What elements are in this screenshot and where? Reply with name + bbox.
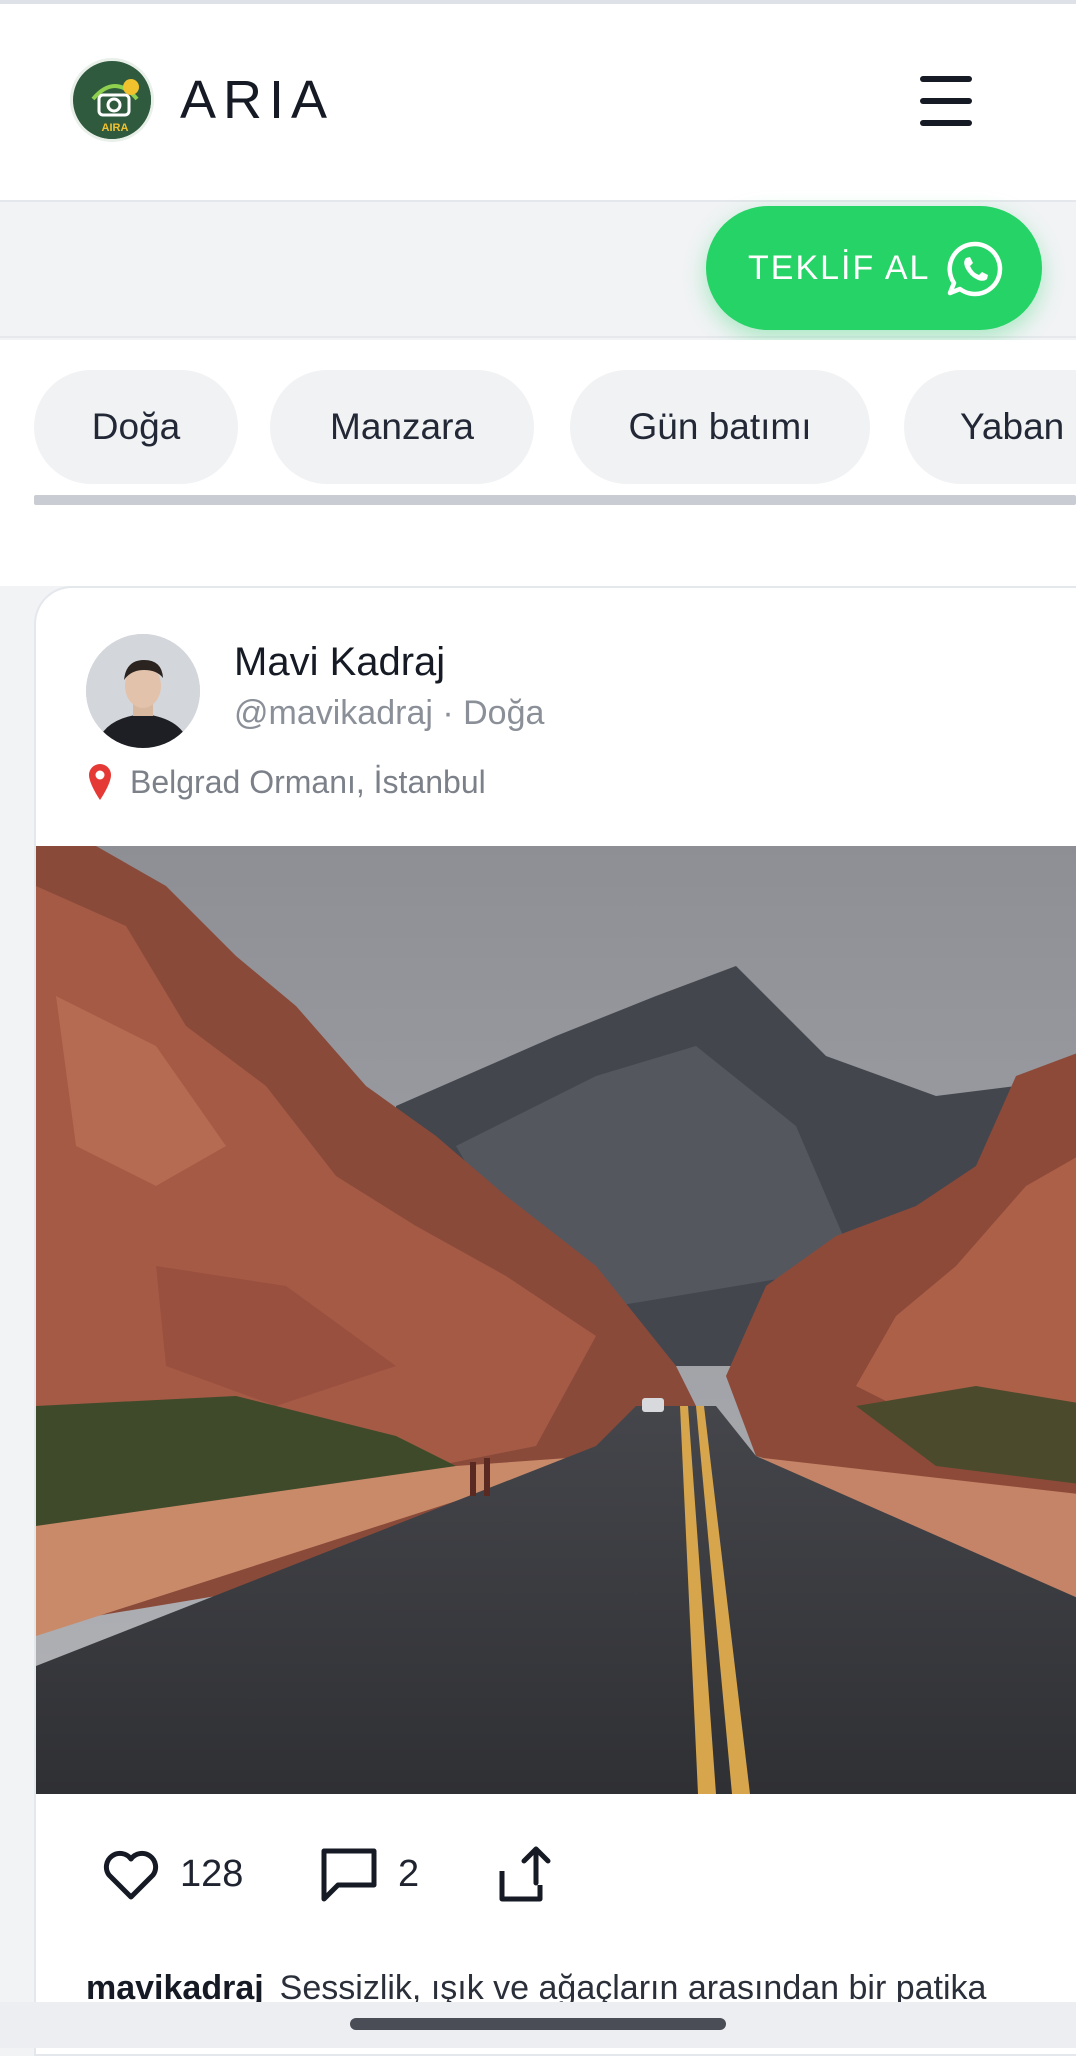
avatar[interactable] <box>86 634 200 748</box>
share-button[interactable] <box>494 1844 556 1904</box>
chip-manzara[interactable]: Manzara <box>270 370 534 484</box>
post-author[interactable]: Mavi Kadraj <box>234 640 445 685</box>
comment-count: 2 <box>398 1852 420 1895</box>
category-chips: Doğa Manzara Gün batımı Yaban <box>0 340 1076 510</box>
get-quote-button[interactable]: TEKLİF AL <box>706 206 1042 330</box>
whatsapp-icon <box>947 241 1003 297</box>
feed-spacer <box>0 510 1076 586</box>
post-card: Mavi Kadraj @mavikadraj · Doğa Belgrad O… <box>34 586 1076 2056</box>
cta-bar: TEKLİF AL <box>0 204 1076 338</box>
post-photo[interactable] <box>36 846 1076 1794</box>
comment-button[interactable]: 2 <box>318 1844 419 1904</box>
get-quote-label: TEKLİF AL <box>748 248 931 287</box>
post-actions: 128 2 <box>36 1794 1076 1964</box>
chip-doga[interactable]: Doğa <box>34 370 238 484</box>
share-icon <box>499 1846 551 1902</box>
location-pin-icon <box>89 764 111 800</box>
post-location: Belgrad Ormanı, İstanbul <box>86 760 486 804</box>
home-indicator[interactable] <box>350 2018 726 2030</box>
svg-text:AIRA: AIRA <box>102 122 129 134</box>
like-count: 128 <box>180 1852 244 1895</box>
brand-logo[interactable]: AIRA <box>70 58 154 142</box>
brand-name: ARIA <box>180 70 335 130</box>
location-label: Belgrad Ormanı, İstanbul <box>130 763 486 800</box>
chip-gun-batimi[interactable]: Gün batımı <box>570 370 870 484</box>
hamburger-menu-icon[interactable] <box>920 76 986 126</box>
app-header: AIRA ARIA <box>0 4 1076 202</box>
comment-icon <box>321 1848 377 1902</box>
like-button[interactable]: 128 <box>100 1844 243 1904</box>
chips-scrollbar[interactable] <box>34 495 1076 505</box>
chip-yaban[interactable]: Yaban <box>904 370 1076 484</box>
heart-icon <box>103 1850 159 1900</box>
post-handle[interactable]: @mavikadraj · Doğa <box>234 694 544 733</box>
